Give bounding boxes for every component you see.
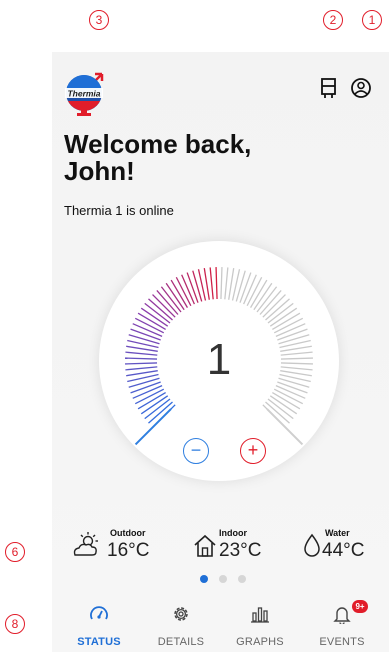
sensor-label-indoor: Indoor <box>219 528 247 538</box>
increase-button[interactable]: + <box>240 438 266 464</box>
dial-tick <box>239 272 252 303</box>
page-dot-2[interactable] <box>219 575 227 583</box>
nav-events[interactable] <box>302 604 382 629</box>
dial-tick <box>186 272 199 303</box>
dial-tick <box>215 267 218 300</box>
dial-tick <box>209 267 214 300</box>
sun-cloud-icon <box>73 532 98 556</box>
bell-icon <box>333 607 351 626</box>
sensor-value-outdoor: 16°C <box>107 540 150 561</box>
sensor-value-water: 44°C <box>322 540 365 561</box>
greeting-line-1: Welcome back, <box>64 129 252 159</box>
svg-text:Thermia: Thermia <box>67 89 100 99</box>
callout-1: 1 <box>362 10 382 30</box>
dial-tick <box>220 267 223 300</box>
sensor-value-indoor: 23°C <box>219 540 262 561</box>
heating-dial[interactable]: 1 − + <box>99 241 339 481</box>
greeting-line-2: John! <box>64 156 135 186</box>
dial-tick <box>224 267 229 300</box>
events-badge: 9+ <box>352 600 368 613</box>
nav-status[interactable] <box>59 604 139 629</box>
page-dot-1[interactable] <box>200 575 208 583</box>
gauge-icon <box>90 606 108 620</box>
nav-graphs[interactable] <box>220 604 300 629</box>
house-icon <box>194 534 216 557</box>
callout-8: 8 <box>5 614 25 634</box>
callout-2: 2 <box>323 10 343 30</box>
device-icon[interactable] <box>318 77 340 99</box>
callout-3: 3 <box>89 10 109 30</box>
sensor-label-water: Water <box>325 528 350 538</box>
dial-end-marker <box>266 408 304 446</box>
gear-icon <box>174 607 188 621</box>
bar-chart-icon <box>251 607 269 623</box>
nav-graphs-label: GRAPHS <box>236 636 284 648</box>
decrease-button[interactable]: − <box>183 438 209 464</box>
nav-status-label: STATUS <box>77 636 121 648</box>
callout-6: 6 <box>5 542 25 562</box>
dial-tick <box>203 268 210 300</box>
dial-value: 1 <box>206 335 232 384</box>
thermia-logo: Thermia <box>62 71 106 121</box>
page-title: Welcome back, John! <box>64 131 251 185</box>
account-icon[interactable] <box>350 77 372 99</box>
online-status: Thermia 1 is online <box>64 203 174 218</box>
logo-icon: Thermia <box>65 72 104 116</box>
nav-details-label: DETAILS <box>157 636 205 648</box>
nav-details[interactable] <box>141 604 221 629</box>
dial-end-marker <box>134 408 172 446</box>
dial-tick <box>228 268 235 300</box>
water-drop-icon <box>304 533 320 557</box>
nav-events-label: EVENTS <box>319 636 365 648</box>
sensor-label-outdoor: Outdoor <box>110 528 146 538</box>
page-dot-3[interactable] <box>238 575 246 583</box>
